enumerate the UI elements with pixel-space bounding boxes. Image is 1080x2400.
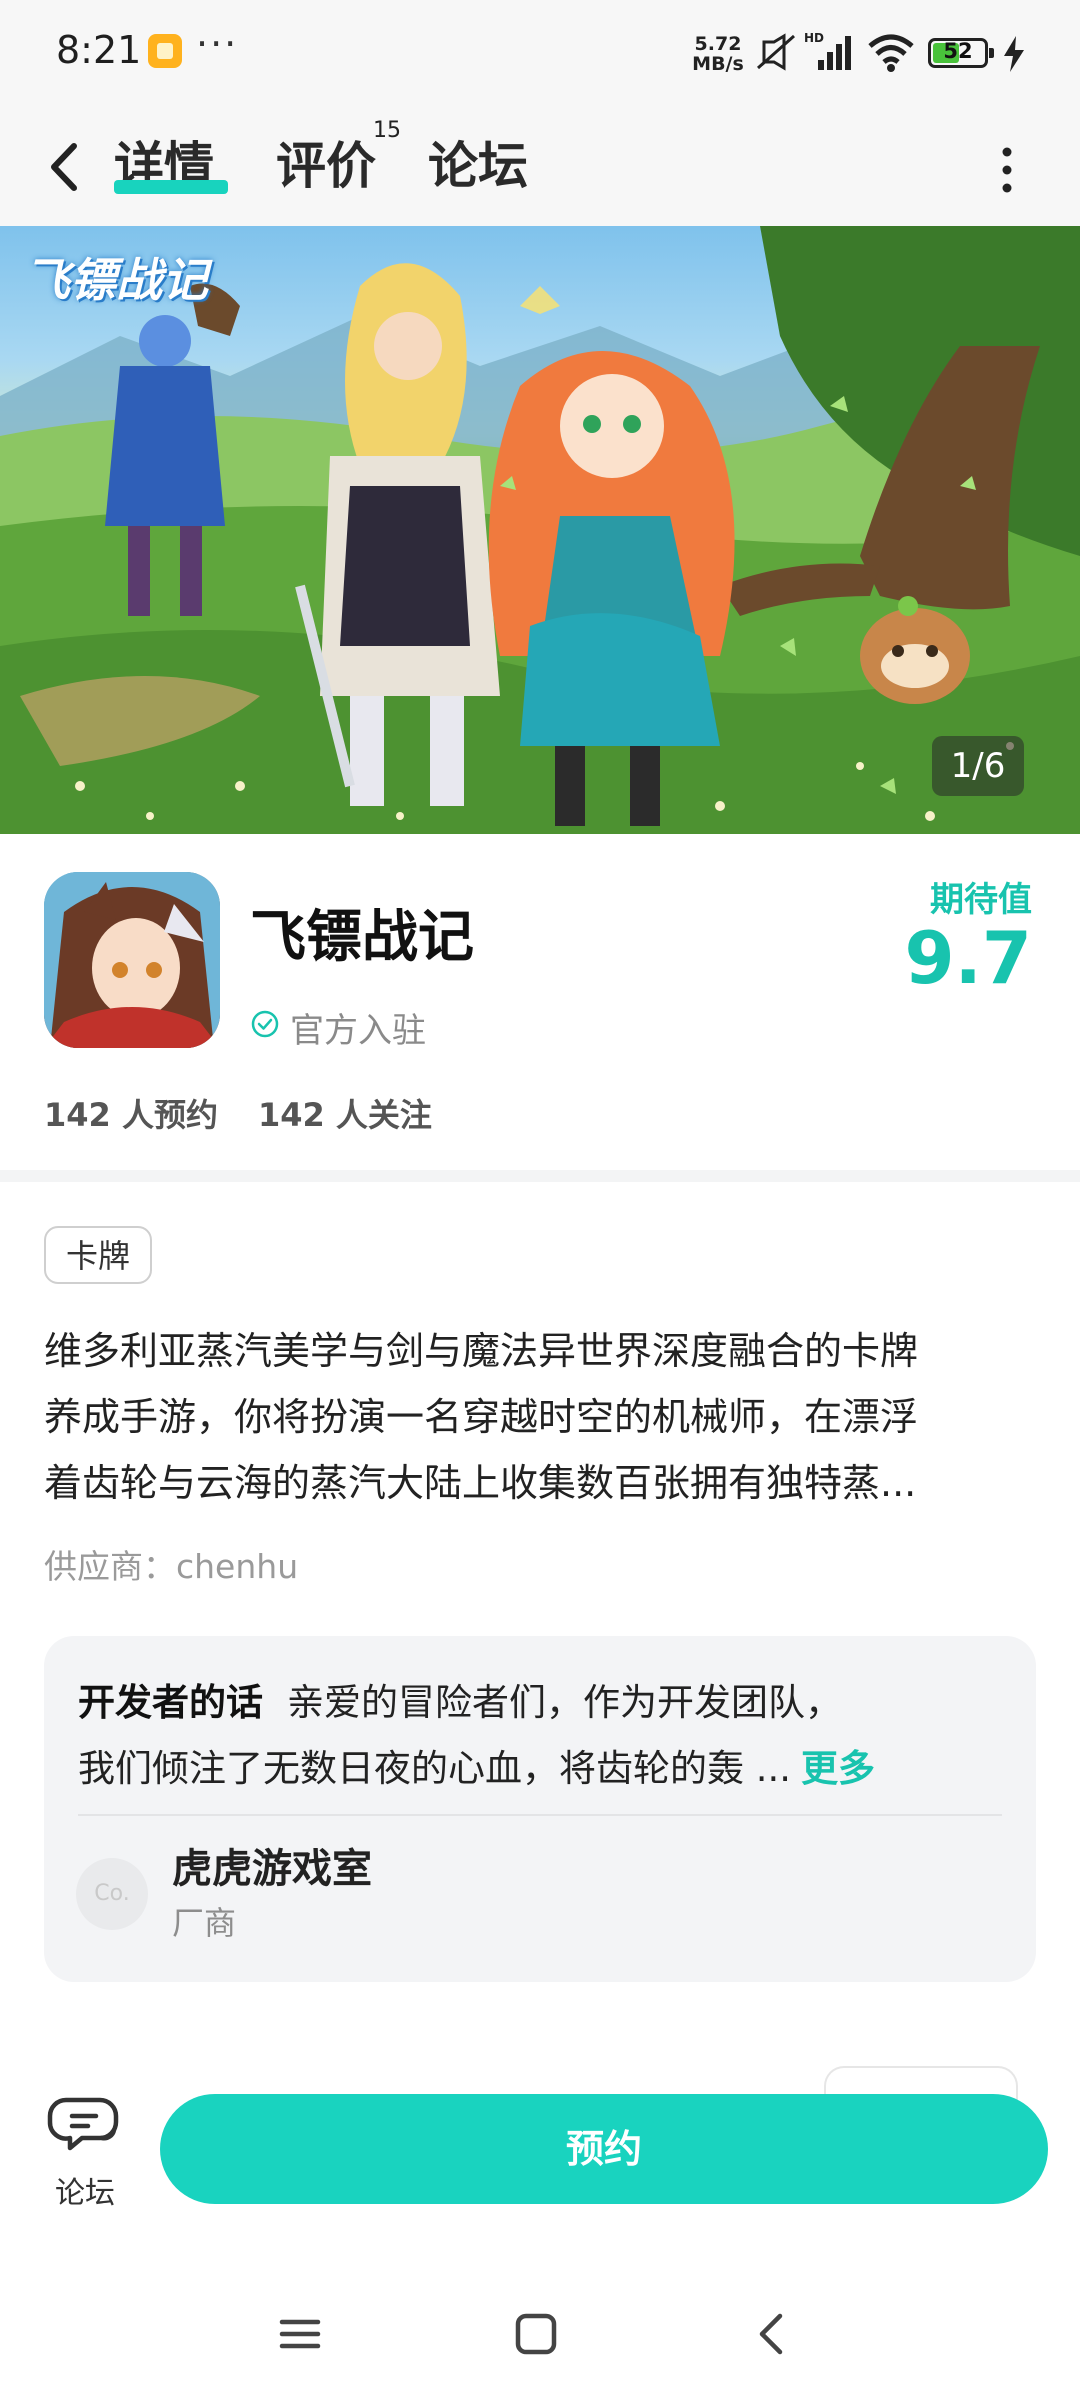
reserve-button[interactable]: 预约: [160, 2094, 1048, 2204]
status-time: 8:21: [56, 28, 142, 72]
net-speed: 5.72 MB/s: [686, 34, 750, 74]
developer-message-line: 亲爱的冒险者们，作为开发团队，: [287, 1681, 842, 1724]
card-divider: [78, 1814, 1002, 1816]
home-icon[interactable]: [506, 2304, 566, 2364]
net-speed-value: 5.72: [694, 33, 742, 55]
status-bar: 8:21 ··· 5.72 MB/s HD 52: [0, 0, 1080, 108]
supplier-label: 供应商：chenhu: [44, 1547, 299, 1586]
battery-icon: 52: [928, 38, 994, 68]
forum-chat-icon: [47, 2097, 119, 2151]
description-line: 维多利亚蒸汽美学与剑与魔法异世界深度融合的卡牌: [44, 1329, 919, 1373]
back-icon[interactable]: [40, 132, 100, 202]
section-divider: [0, 1170, 1080, 1182]
studio-avatar[interactable]: Co.: [76, 1858, 148, 1930]
genre-tag[interactable]: 卡牌: [44, 1226, 153, 1284]
system-nav-bar: [0, 2268, 1080, 2400]
forum-label: 论坛: [55, 2176, 115, 2211]
mute-vibrate-icon: [757, 33, 795, 71]
developer-card: 开发者的话 亲爱的冒险者们，作为开发团队， 我们倾注了无数日夜的心血，将齿轮的轰 …: [44, 1636, 1036, 1982]
description-line: 养成手游，你将扮演一名穿越时空的机械师，在漂浮: [44, 1395, 919, 1439]
hero-artwork: [0, 226, 1080, 834]
expectation-label: 期待值: [930, 880, 1032, 920]
top-nav: 详情 评价 论坛: [0, 108, 1080, 226]
menu-icon[interactable]: [270, 2304, 330, 2364]
reservation-count: 142 人预约: [44, 1096, 218, 1134]
forum-button[interactable]: 论坛: [40, 2090, 130, 2220]
tab-forum[interactable]: 论坛: [428, 126, 528, 198]
net-speed-unit: MB/s: [692, 53, 744, 75]
studio-name[interactable]: 虎虎游戏室: [172, 1836, 372, 1894]
charging-icon: [1004, 36, 1024, 72]
verified-check-icon: [251, 1010, 279, 1038]
notification-app-icon: [148, 34, 182, 68]
wifi-icon: [868, 34, 914, 72]
more-vertical-icon[interactable]: [992, 140, 1022, 200]
signal-icon: HD: [804, 31, 851, 70]
hd-label: HD: [804, 31, 824, 45]
expectation-score: 9.7: [904, 916, 1032, 1000]
reviews-count-badge: 15: [373, 118, 401, 143]
tab-reviews[interactable]: 评价: [276, 126, 376, 198]
game-description[interactable]: 维多利亚蒸汽美学与剑与魔法异世界深度融合的卡牌 养成手游，你将扮演一名穿越时空的…: [44, 1318, 1040, 1516]
follower-count: 142 人关注: [257, 1096, 432, 1134]
app-icon: [44, 872, 220, 1048]
nav-back-icon[interactable]: [742, 2304, 802, 2364]
more-link[interactable]: 更多: [801, 1747, 875, 1790]
developer-message-line: 我们倾注了无数日夜的心血，将齿轮的轰 ...: [78, 1747, 792, 1790]
battery-level: 52: [943, 39, 973, 63]
active-tab-indicator: [114, 180, 228, 194]
hero-banner[interactable]: 飞镖战记 1/6: [0, 226, 1080, 834]
description-line: 着齿轮与云海的蒸汽大陆上收集数百张拥有独特蒸...: [44, 1461, 917, 1505]
developer-message-title: 开发者的话: [78, 1681, 263, 1724]
image-counter: 1/6: [932, 736, 1024, 796]
hero-game-logo: 飞镖战记: [24, 253, 208, 307]
official-label: 官方入驻: [290, 1011, 426, 1051]
studio-role: 厂商: [172, 1904, 237, 1942]
developer-message[interactable]: 开发者的话 亲爱的冒险者们，作为开发团队， 我们倾注了无数日夜的心血，将齿轮的轰 …: [78, 1670, 1002, 1802]
more-dots-icon: ···: [196, 22, 239, 66]
app-stats: 142 人预约 142 人关注: [44, 1090, 432, 1136]
app-name: 飞镖战记: [250, 905, 474, 970]
app-icon-artwork: [44, 872, 220, 1048]
